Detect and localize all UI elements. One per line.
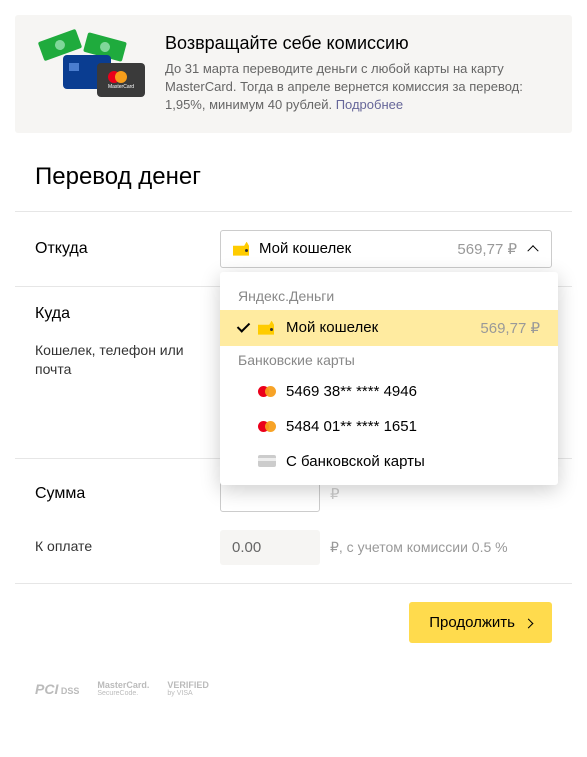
promo-link[interactable]: Подробнее	[336, 97, 403, 112]
dropdown-wallet-name: Мой кошелек	[286, 319, 480, 336]
from-selected-name: Мой кошелек	[259, 240, 457, 257]
promo-description: До 31 марта переводите деньги с любой ка…	[165, 60, 552, 115]
card-icon	[258, 455, 276, 467]
from-row: Откуда Мой кошелек 569,77 ₽ Яндекс.Деньг…	[15, 212, 572, 286]
chevron-right-icon	[525, 614, 532, 631]
chevron-up-icon	[529, 244, 539, 254]
wallet-icon	[233, 242, 249, 256]
verified-by-visa-logo: VERIFIEDby VISA	[167, 681, 209, 697]
mastercard-icon	[258, 421, 276, 432]
from-dropdown: Яндекс.Деньги Мой кошелек 569,77 ₽ Банко…	[220, 272, 558, 485]
total-hint: ₽, с учетом комиссии 0.5 %	[330, 539, 508, 556]
promo-title: Возвращайте себе комиссию	[165, 33, 552, 54]
promo-illustration: MasterCard	[35, 33, 145, 93]
mastercard-securecode-logo: MasterCard.SecureCode.	[97, 681, 149, 697]
dropdown-item-card2[interactable]: 5484 01** **** 1651	[220, 409, 558, 444]
total-value	[220, 530, 320, 565]
total-row: К оплате ₽, с учетом комиссии 0.5 %	[15, 530, 572, 583]
dropdown-item-card1[interactable]: 5469 38** **** 4946	[220, 374, 558, 409]
dropdown-item-anycard[interactable]: С банковской карты	[220, 444, 558, 479]
dropdown-group-cards-title: Банковские карты	[220, 346, 558, 374]
dropdown-item-wallet[interactable]: Мой кошелек 569,77 ₽	[220, 310, 558, 346]
from-select[interactable]: Мой кошелек 569,77 ₽	[220, 230, 552, 268]
mastercard-icon	[258, 386, 276, 397]
total-label: К оплате	[35, 537, 220, 557]
amount-label: Сумма	[35, 485, 220, 503]
continue-button[interactable]: Продолжить	[409, 602, 552, 643]
wallet-icon	[258, 321, 274, 335]
pci-dss-logo: PCI DSS	[35, 682, 79, 696]
promo-banner: MasterCard Возвращайте себе комиссию До …	[15, 15, 572, 133]
dropdown-anycard-label: С банковской карты	[286, 453, 540, 470]
dropdown-card1-label: 5469 38** **** 4946	[286, 383, 540, 400]
dropdown-wallet-balance: 569,77 ₽	[480, 319, 540, 337]
from-selected-balance: 569,77 ₽	[457, 240, 517, 258]
amount-currency: ₽	[330, 485, 340, 503]
to-label: Куда	[35, 305, 220, 323]
dropdown-card2-label: 5484 01** **** 1651	[286, 418, 540, 435]
page-title: Перевод денег	[35, 163, 572, 191]
footer-row: Продолжить	[15, 584, 572, 661]
check-icon	[238, 319, 258, 336]
from-label: Откуда	[35, 240, 220, 258]
security-logos: PCI DSS MasterCard.SecureCode. VERIFIEDb…	[15, 661, 572, 697]
continue-button-label: Продолжить	[429, 614, 515, 631]
to-sublabel: Кошелек, телефон или почта	[35, 341, 220, 380]
dropdown-group-wallet-title: Яндекс.Деньги	[220, 282, 558, 310]
